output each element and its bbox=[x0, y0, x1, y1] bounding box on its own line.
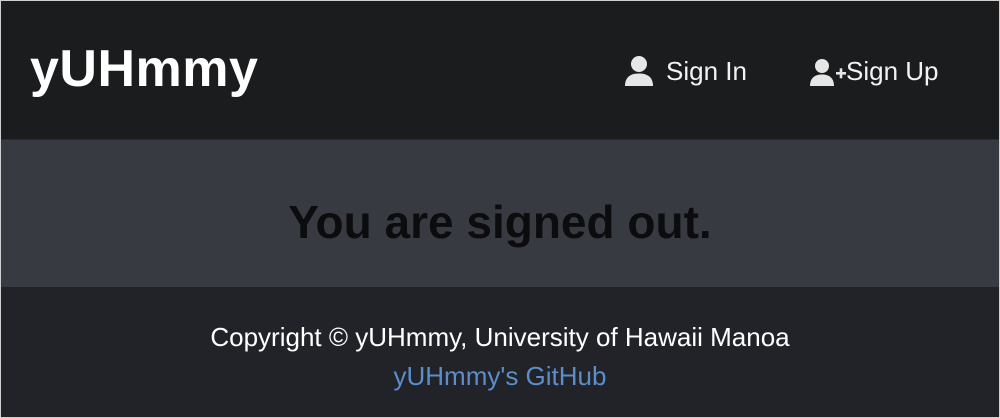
top-navbar: yUHmmy Sign In Sign Up bbox=[1, 1, 999, 140]
main-content: You are signed out. bbox=[1, 140, 999, 287]
github-link[interactable]: yUHmmy's GitHub bbox=[394, 361, 607, 391]
sign-up-link[interactable]: Sign Up bbox=[810, 53, 939, 89]
sign-in-label: Sign In bbox=[666, 56, 747, 86]
app-window: yUHmmy Sign In Sign Up You are signed ou… bbox=[0, 0, 1000, 418]
user-icon bbox=[624, 55, 654, 87]
brand-logo[interactable]: yUHmmy bbox=[30, 37, 258, 101]
sign-in-link[interactable]: Sign In bbox=[624, 53, 747, 89]
copyright-text: Copyright © yUHmmy, University of Hawaii… bbox=[210, 322, 790, 352]
sign-up-label: Sign Up bbox=[846, 56, 939, 86]
signed-out-message: You are signed out. bbox=[288, 196, 712, 248]
footer: Copyright © yUHmmy, University of Hawaii… bbox=[1, 287, 999, 417]
github-link-container: yUHmmy's GitHub bbox=[1, 359, 999, 393]
user-plus-icon bbox=[810, 55, 846, 87]
